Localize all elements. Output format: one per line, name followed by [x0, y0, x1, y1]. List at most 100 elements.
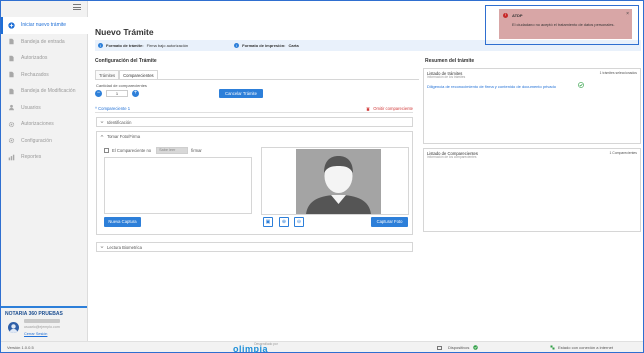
page-title: Nuevo Trámite [95, 27, 154, 37]
chevron-up-icon [100, 135, 104, 137]
sidebar-item-users[interactable]: Usuarios [1, 100, 88, 117]
procedures-list-subtitle: Información de los trámites [427, 75, 466, 79]
appearers-count: 1 Comparecientes [609, 151, 637, 155]
gear-icon [8, 137, 15, 144]
print-format-value: Carta [288, 43, 299, 48]
sidebar-item-label: Usuarios [21, 104, 41, 111]
procedures-list-panel: Listado de trámites Información de los t… [423, 68, 641, 144]
quantity-input[interactable]: 1 [106, 90, 128, 97]
biometric-label: Lectura Biometrica [107, 244, 142, 250]
sidebar-item-label: Rechazados [21, 71, 49, 78]
document-icon [8, 55, 15, 62]
user-panel: NOTARIA 360 PRUEBAS usuario@ejemplo.com … [1, 306, 87, 342]
appearers-list-panel: Listado de Comparecientes Información de… [423, 148, 641, 232]
sign-suffix-label: firmar [191, 148, 202, 153]
user-email: usuario@ejemplo.com [24, 325, 60, 329]
camera-settings-button[interactable]: ▣ [263, 217, 273, 227]
sidebar-item-label: Bandeja de Modificación [21, 88, 76, 95]
zoom-in-icon: ⊕ [281, 219, 287, 225]
check-icon [578, 82, 584, 88]
appearers-quantity-label: Cantidad de comparecientes [96, 83, 147, 88]
procedure-item[interactable]: Diligencia de reconocimiento de firma y … [427, 84, 556, 89]
status-bar: Versión 1.0.0.5 Desarrollado por olimpia… [1, 341, 643, 353]
info-icon: i [98, 43, 103, 48]
new-capture-button[interactable]: Nueva Captura [104, 217, 141, 227]
biometric-section[interactable]: Lectura Biometrica [96, 242, 413, 252]
photo-placeholder [296, 149, 381, 214]
photo-signature-header[interactable]: Tomar Foto/Firma [97, 132, 412, 140]
trash-icon [366, 107, 370, 111]
sidebar: Iniciar nuevo trámite Bandeja de entrada… [1, 1, 88, 341]
camera-icon: ▣ [265, 219, 271, 225]
reason-select[interactable]: Sabe leer [156, 147, 189, 154]
logout-link[interactable]: Cerrar Sesión [24, 332, 47, 336]
network-icon [550, 345, 555, 350]
sidebar-item-rejected[interactable]: Rechazados [1, 67, 88, 84]
sidebar-nav: Iniciar nuevo trámite Bandeja de entrada… [1, 17, 88, 166]
error-toast: ! ATDP El ciudadano no aceptó el tratami… [499, 9, 632, 39]
connection-label: Estado con conexión a internet [558, 345, 613, 350]
zoom-out-icon: ⊖ [296, 219, 302, 225]
sidebar-item-label: Bandeja de entrada [21, 38, 65, 45]
signature-option-row: El Compareciente no Sabe leer firmar [104, 147, 202, 154]
config-section-title: Configuración del Trámite [95, 58, 157, 64]
cancel-procedure-button[interactable]: Cancelar Trámite [219, 89, 263, 98]
sidebar-item-modification[interactable]: Bandeja de Modificación [1, 83, 88, 100]
tab-appearers[interactable]: Comparecientes [119, 70, 158, 79]
appearer-header: ^ Compareciente 1 Omitir compareciente [95, 105, 413, 113]
devices-status[interactable]: Dispositivos [437, 345, 479, 350]
decrement-button[interactable]: − [95, 90, 102, 97]
format-label: Formato de trámite: [106, 43, 144, 48]
document-icon [8, 38, 15, 45]
procedures-count: 1 trámites seleccionados [599, 71, 637, 75]
format-value: Firma bajo autorización [146, 43, 189, 48]
close-icon[interactable]: × [626, 11, 629, 17]
document-icon [8, 88, 15, 95]
menu-icon[interactable] [73, 4, 81, 10]
increment-button[interactable]: + [132, 90, 139, 97]
gear-icon [8, 121, 15, 128]
identification-label: Identificación [107, 119, 132, 125]
sidebar-item-reports[interactable]: Reportes [1, 149, 88, 166]
avatar [8, 322, 19, 333]
olimpia-logo: olimpia [233, 344, 269, 353]
document-icon [8, 71, 15, 78]
notary-name: NOTARIA 360 PRUEBAS [5, 311, 63, 317]
sidebar-item-authorizations[interactable]: Autorizaciones [1, 116, 88, 133]
toast-title: ATDP [512, 13, 523, 18]
sidebar-item-new-procedure[interactable]: Iniciar nuevo trámite [1, 17, 88, 34]
zoom-out-button[interactable]: ⊖ [294, 217, 304, 227]
summary-title: Resumen del trámite [425, 58, 475, 64]
devices-label: Dispositivos [448, 345, 470, 350]
tab-procedures[interactable]: Trámites [95, 70, 120, 79]
chevron-down-icon [100, 246, 104, 248]
quantity-stepper: − 1 + [95, 90, 139, 97]
user-name-redacted [24, 319, 60, 323]
plus-circle-icon [8, 22, 15, 29]
tab-bar: Trámites Comparecientes [95, 70, 158, 79]
sidebar-item-settings[interactable]: Configuración [1, 133, 88, 150]
appearer-title-label: Compareciente 1 [98, 106, 131, 111]
appearers-list-subtitle: Información de los comparecientes [427, 155, 477, 159]
sidebar-item-authorized[interactable]: Autorizados [1, 50, 88, 67]
omit-appearer-button[interactable]: Omitir compareciente [366, 106, 413, 111]
info-icon: i [234, 43, 240, 48]
chart-icon [8, 154, 15, 161]
error-icon: ! [503, 13, 508, 18]
signature-pad[interactable] [104, 157, 252, 214]
capture-photo-button[interactable]: Capturar Foto [371, 217, 408, 227]
omit-appearer-label: Omitir compareciente [373, 106, 413, 111]
appearer-title[interactable]: ^ Compareciente 1 [95, 106, 130, 111]
sidebar-item-label: Autorizaciones [21, 121, 54, 128]
cannot-sign-checkbox[interactable] [104, 148, 109, 153]
toast-message: El ciudadano no aceptó el tratamiento de… [512, 22, 615, 27]
connection-status: Estado con conexión a internet [550, 345, 613, 350]
user-icon [8, 104, 15, 111]
sidebar-item-label: Configuración [21, 137, 52, 144]
sidebar-item-inbox[interactable]: Bandeja de entrada [1, 34, 88, 51]
sidebar-item-label: Autorizados [21, 55, 48, 62]
tab-divider [95, 79, 419, 80]
identification-section[interactable]: Identificación [96, 117, 413, 127]
cannot-sign-label: El Compareciente no [112, 148, 152, 153]
zoom-in-button[interactable]: ⊕ [279, 217, 289, 227]
